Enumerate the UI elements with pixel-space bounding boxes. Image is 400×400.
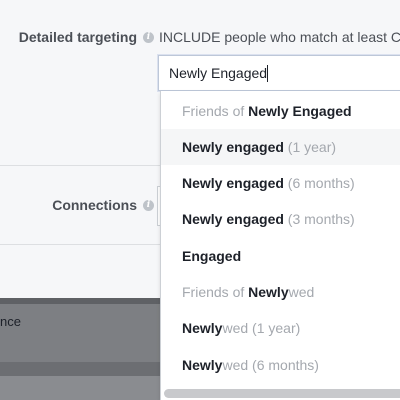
suggestion-item[interactable]: Newlywed (6 months) xyxy=(161,347,400,383)
suggestion-item[interactable]: Newly engaged (1 year) xyxy=(161,129,400,165)
horizontal-scrollbar[interactable] xyxy=(164,389,400,398)
include-description: INCLUDE people who match at least C xyxy=(159,29,400,45)
detailed-targeting-text: Detailed targeting xyxy=(18,29,137,45)
info-icon[interactable]: i xyxy=(143,199,154,211)
text-caret xyxy=(267,65,268,82)
background-panel: nce xyxy=(0,298,162,400)
suggestion-item[interactable]: Newly engaged (6 months) xyxy=(161,165,400,201)
detailed-targeting-label: Detailed targeting i xyxy=(19,29,154,45)
suggestions-dropdown[interactable]: Friends of Newly Engaged Newly engaged (… xyxy=(160,91,400,400)
section-divider xyxy=(0,244,160,245)
detailed-targeting-search[interactable] xyxy=(158,55,400,91)
info-icon[interactable]: i xyxy=(143,31,154,43)
suggestion-item[interactable]: Engaged xyxy=(161,238,400,274)
section-divider xyxy=(0,165,160,166)
suggestion-item[interactable]: Newlywed (1 year) xyxy=(161,310,400,346)
connections-text: Connections xyxy=(52,197,137,213)
search-input[interactable] xyxy=(159,56,400,90)
suggestion-header: Friends of Newlywed xyxy=(182,284,315,300)
connections-label: Connections i xyxy=(52,197,154,213)
suggestion-item[interactable]: Newly engaged (3 months) xyxy=(161,201,400,237)
background-panel-text: nce xyxy=(0,314,21,329)
suggestion-header: Friends of Newly Engaged xyxy=(182,103,352,119)
